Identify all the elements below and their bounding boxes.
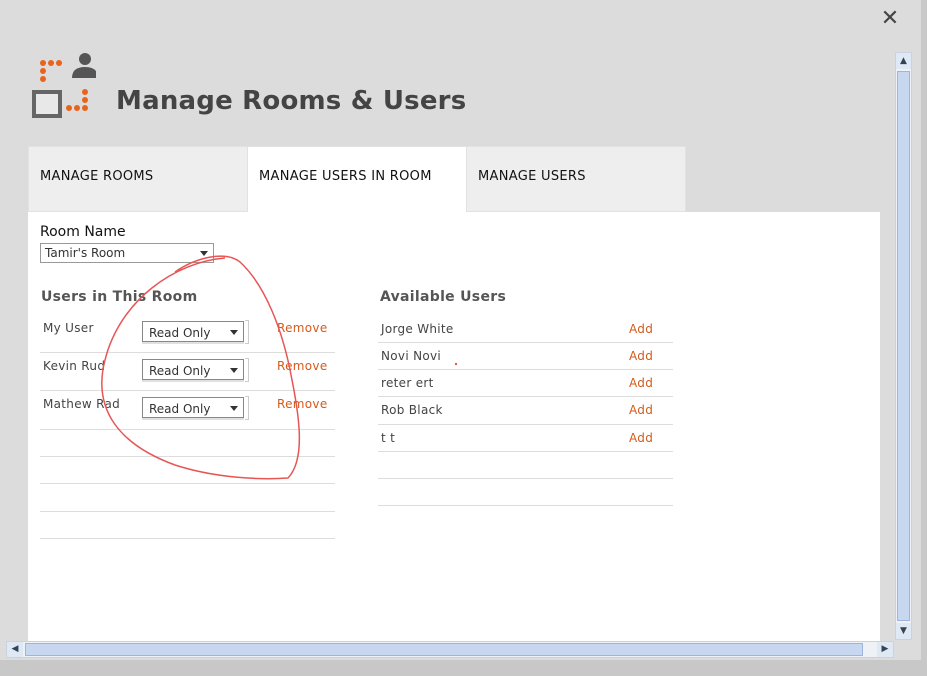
available-user-name: t t: [381, 431, 396, 445]
scroll-down-icon[interactable]: ▼: [896, 623, 911, 639]
close-icon[interactable]: ✕: [877, 6, 903, 32]
row-divider: [40, 538, 335, 539]
add-user-button[interactable]: Add: [629, 376, 653, 390]
users-in-room-title: Users in This Room: [41, 289, 198, 305]
chevron-down-icon: [230, 368, 238, 373]
add-user-button[interactable]: Add: [629, 431, 653, 445]
add-user-button[interactable]: Add: [629, 349, 653, 363]
chevron-down-icon: [200, 251, 208, 256]
chevron-down-icon: [230, 330, 238, 335]
chevron-down-icon: [230, 406, 238, 411]
add-user-button[interactable]: Add: [629, 322, 653, 336]
tab-manage-users-in-room[interactable]: MANAGE USERS IN ROOM: [247, 146, 467, 213]
select-edge: [245, 396, 249, 420]
row-divider: [40, 352, 335, 353]
row-divider: [378, 396, 673, 397]
horizontal-scrollbar[interactable]: ◀ ▶: [6, 641, 894, 658]
permission-value: Read Only: [149, 402, 211, 416]
add-user-button[interactable]: Add: [629, 403, 653, 417]
room-user-name: Mathew Rad: [43, 397, 121, 411]
tab-manage-rooms[interactable]: MANAGE ROOMS: [28, 146, 248, 212]
row-divider: [378, 342, 673, 343]
scroll-left-icon[interactable]: ◀: [7, 642, 23, 657]
dialog-title: Manage Rooms & Users: [116, 86, 467, 116]
row-divider: [40, 390, 335, 391]
permission-select[interactable]: Read Only: [142, 397, 244, 418]
row-divider: [40, 429, 335, 430]
page-edge: [921, 0, 927, 676]
room-user-name: Kevin Rud: [43, 359, 106, 373]
row-divider: [40, 483, 335, 484]
row-divider: [40, 456, 335, 457]
row-divider: [378, 505, 673, 506]
remove-user-button[interactable]: Remove: [277, 359, 328, 373]
row-divider: [378, 451, 673, 452]
page-bottom-edge: [0, 660, 927, 676]
available-user-name: reter ert: [381, 376, 434, 390]
permission-select[interactable]: Read Only: [142, 321, 244, 342]
select-edge: [245, 358, 249, 382]
row-divider: [40, 511, 335, 512]
room-select-value: Tamir's Room: [45, 246, 126, 260]
remove-user-button[interactable]: Remove: [277, 321, 328, 335]
vertical-scrollbar[interactable]: ▲ ▼: [895, 52, 912, 640]
permission-value: Read Only: [149, 364, 211, 378]
tab-manage-users[interactable]: MANAGE USERS: [466, 146, 686, 212]
permission-select[interactable]: Read Only: [142, 359, 244, 380]
row-divider: [378, 424, 673, 425]
permission-value: Read Only: [149, 326, 211, 340]
room-name-label: Room Name: [40, 224, 126, 240]
scroll-right-icon[interactable]: ▶: [877, 642, 893, 657]
remove-user-button[interactable]: Remove: [277, 397, 328, 411]
available-user-name: Novi Novi: [381, 349, 442, 363]
scroll-up-icon[interactable]: ▲: [896, 53, 911, 69]
select-edge: [245, 320, 249, 344]
tab-panel: [28, 212, 880, 642]
room-select[interactable]: Tamir's Room: [40, 243, 214, 263]
vertical-scroll-thumb[interactable]: [897, 71, 910, 621]
available-user-name: Rob Black: [381, 403, 443, 417]
available-user-name: Jorge White: [381, 322, 454, 336]
room-user-name: My User: [43, 321, 94, 335]
available-users-title: Available Users: [380, 289, 507, 305]
horizontal-scroll-thumb[interactable]: [25, 643, 863, 656]
rooms-users-logo-icon: [32, 53, 96, 118]
row-divider: [378, 369, 673, 370]
row-divider: [378, 478, 673, 479]
